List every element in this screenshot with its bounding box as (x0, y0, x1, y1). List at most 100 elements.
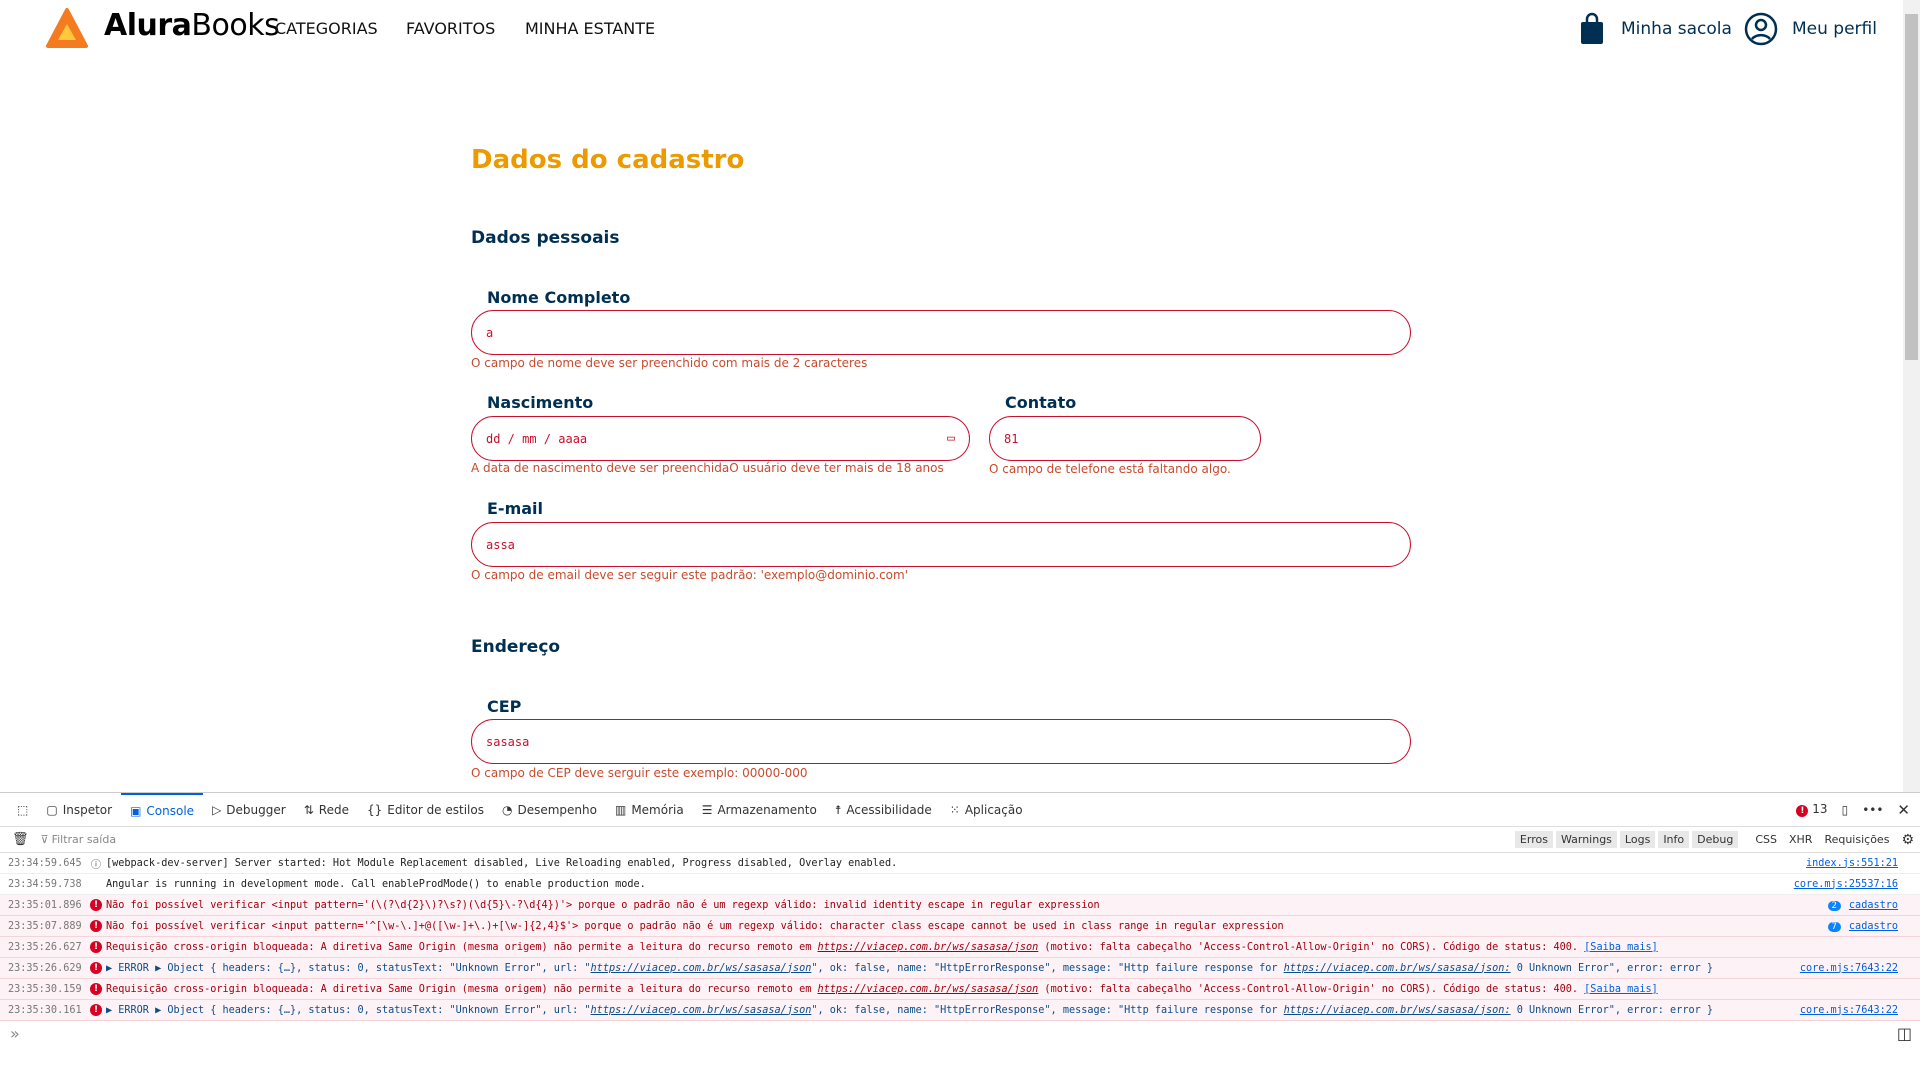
profile-link[interactable]: Meu perfil (1792, 19, 1877, 39)
tab-label: Debugger (226, 802, 286, 817)
tab-editor-estilos[interactable]: {} Editor de estilos (358, 793, 493, 827)
trash-icon[interactable]: 🗑 (0, 832, 41, 847)
page-title: Dados do cadastro (471, 145, 745, 175)
tab-armazenamento[interactable]: ☰ Armazenamento (693, 793, 826, 827)
msg-url[interactable]: https://viacep.com.br/ws/sasasa/json (591, 963, 812, 974)
profile-icon[interactable] (1744, 12, 1778, 50)
gauge-icon: ◔ (501, 802, 513, 817)
tab-acessibilidade[interactable]: ☨ Acessibilidade (826, 793, 941, 827)
log-timestamp: 23:35:30.161 (8, 1004, 82, 1016)
tab-console[interactable]: ▣ Console (121, 792, 204, 827)
console-input[interactable]: » ◫ (0, 1021, 1920, 1045)
brand-name[interactable]: AluraBooks (104, 8, 280, 43)
log-message: ▶ ERROR ▶ Object { headers: {…}, status:… (106, 963, 1713, 974)
tab-label: Rede (318, 802, 349, 817)
console-log-row[interactable]: 23:35:01.896! Não foi possível verificar … (0, 895, 1920, 916)
cep-input[interactable]: sasasa (471, 719, 1411, 764)
log-timestamp: 23:35:07.889 (8, 920, 82, 932)
filter-debug[interactable]: Debug (1692, 831, 1739, 848)
msg-url[interactable]: https://viacep.com.br/ws/sasasa/json (591, 1005, 812, 1016)
nome-label: Nome Completo (487, 288, 631, 307)
tab-rede[interactable]: ⇅ Rede (295, 793, 358, 827)
bag-icon[interactable] (1578, 12, 1606, 50)
filter-erros[interactable]: Erros (1514, 831, 1553, 848)
memory-icon: ▥ (614, 802, 627, 817)
filter-warnings[interactable]: Warnings (1555, 831, 1617, 848)
more-options-icon[interactable]: ••• (1862, 803, 1883, 817)
console-log-row[interactable]: 23:34:59.738 Angular is running in develo… (0, 874, 1920, 895)
console-log-list: 23:34:59.645 ⓘ [webpack-dev-server] Server… (0, 853, 1920, 1021)
learn-more-link[interactable]: [Saiba mais] (1584, 942, 1658, 953)
filter-info[interactable]: Info (1658, 831, 1690, 848)
info-icon: ⓘ (90, 859, 102, 871)
filter-requisicoes[interactable]: Requisições (1824, 833, 1889, 846)
contato-value: 81 (1004, 431, 1019, 446)
email-input[interactable]: assa (471, 522, 1411, 567)
filter-xhr[interactable]: XHR (1789, 833, 1812, 846)
nav-minha-estante[interactable]: MINHA ESTANTE (525, 19, 655, 38)
contato-input[interactable]: 81 (989, 416, 1261, 461)
tab-label: Inspetor (62, 802, 113, 817)
nome-input[interactable]: a (471, 310, 1411, 355)
devtools-panel: ⬚ ▢ Inspetor ▣ Console ▷ Debugger ⇅ Rede {} E… (0, 792, 1920, 1080)
nascimento-input[interactable]: dd / mm / aaaa ▭ (471, 416, 970, 461)
log-source-link[interactable]: core.mjs:7643:22 (1793, 1004, 1898, 1016)
filter-logs[interactable]: Logs (1619, 831, 1656, 848)
console-log-row[interactable]: 23:35:26.627! Requisição cross-origin blo… (0, 937, 1920, 958)
log-message: Não foi possível verificar <input patter… (106, 920, 1284, 932)
calendar-icon[interactable]: ▭ (947, 431, 955, 446)
section-address: Endereço (471, 637, 561, 657)
log-timestamp: 23:35:26.629 (8, 962, 82, 974)
console-log-row[interactable]: 23:35:30.159! Requisição cross-origin blo… (0, 979, 1920, 1000)
tab-inspetor[interactable]: ▢ Inspetor (37, 793, 121, 827)
tab-debugger[interactable]: ▷ Debugger (203, 793, 295, 827)
tab-memoria[interactable]: ▥ Memória (606, 793, 693, 827)
bag-link[interactable]: Minha sacola (1621, 19, 1732, 39)
msg-text: 0 Unknown Error", error: error } (1510, 1004, 1713, 1016)
responsive-mode-icon[interactable]: ▯ (1842, 803, 1849, 817)
prompt-chevron-icon: » (10, 1023, 20, 1043)
filter-input[interactable]: Filtrar saída (52, 833, 117, 846)
msg-url[interactable]: https://viacep.com.br/ws/sasasa/json (817, 942, 1038, 953)
filter-css[interactable]: CSS (1755, 833, 1777, 846)
sidebar-toggle-icon[interactable]: ◫ (1897, 1024, 1912, 1043)
inspector-icon: ▢ (46, 802, 58, 817)
tab-label: Memória (631, 802, 684, 817)
email-label: E-mail (487, 499, 544, 518)
log-source-link[interactable]: 7 cadastro (1821, 920, 1898, 932)
console-log-row[interactable]: 23:35:30.161! ▶ ERROR ▶ Object { headers:… (0, 1000, 1920, 1021)
element-picker-icon[interactable]: ⬚ (8, 793, 37, 827)
log-source-link[interactable]: index.js:551:21 (1800, 858, 1898, 869)
msg-url[interactable]: https://viacep.com.br/ws/sasasa/json (817, 984, 1038, 995)
log-timestamp: 23:35:30.159 (8, 983, 82, 995)
tab-desempenho[interactable]: ◔ Desempenho (493, 793, 606, 827)
settings-gear-icon[interactable]: ⚙ (1901, 832, 1914, 848)
email-error: O campo de email deve ser seguir este pa… (471, 568, 908, 582)
console-log-row[interactable]: 23:34:59.645 ⓘ [webpack-dev-server] Server… (0, 853, 1920, 874)
console-log-row[interactable]: 23:35:26.629! ▶ ERROR ▶ Object { headers:… (0, 958, 1920, 979)
brand-rest: Books (191, 8, 280, 43)
brand-bold: Alura (104, 8, 192, 43)
source-text: index.js:551:21 (1805, 857, 1898, 869)
error-counter[interactable]: ! 13 (1796, 802, 1828, 817)
error-icon: ! (90, 941, 102, 953)
learn-more-link[interactable]: [Saiba mais] (1584, 984, 1658, 995)
network-icon: ⇅ (303, 802, 314, 817)
tab-aplicacao[interactable]: ⁙ Aplicação (941, 793, 1032, 827)
filter-icon: ⊽ (40, 833, 49, 846)
log-source-link[interactable]: 2 cadastro (1821, 899, 1898, 911)
scrollbar-thumb[interactable] (1905, 14, 1918, 360)
msg-text: ", ok: false, name: "HttpErrorResponse",… (811, 962, 1284, 974)
error-icon: ! (90, 983, 102, 995)
log-source-link[interactable]: core.mjs:25537:16 (1788, 879, 1898, 890)
close-icon[interactable]: ✕ (1897, 801, 1910, 819)
log-source-link[interactable]: core.mjs:7643:22 (1793, 962, 1898, 974)
contato-error: O campo de telefone está faltando algo. (989, 462, 1231, 476)
msg-url[interactable]: https://viacep.com.br/ws/sasasa/json: (1284, 1005, 1511, 1016)
msg-url[interactable]: https://viacep.com.br/ws/sasasa/json: (1284, 963, 1511, 974)
logo[interactable] (46, 8, 88, 50)
nav-categorias[interactable]: CATEGORIAS (275, 19, 378, 38)
nav-favoritos[interactable]: FAVORITOS (406, 19, 495, 38)
msg-text: Requisição cross-origin bloqueada: A dir… (106, 941, 818, 953)
console-log-row[interactable]: 23:35:07.889! Não foi possível verificar … (0, 916, 1920, 937)
